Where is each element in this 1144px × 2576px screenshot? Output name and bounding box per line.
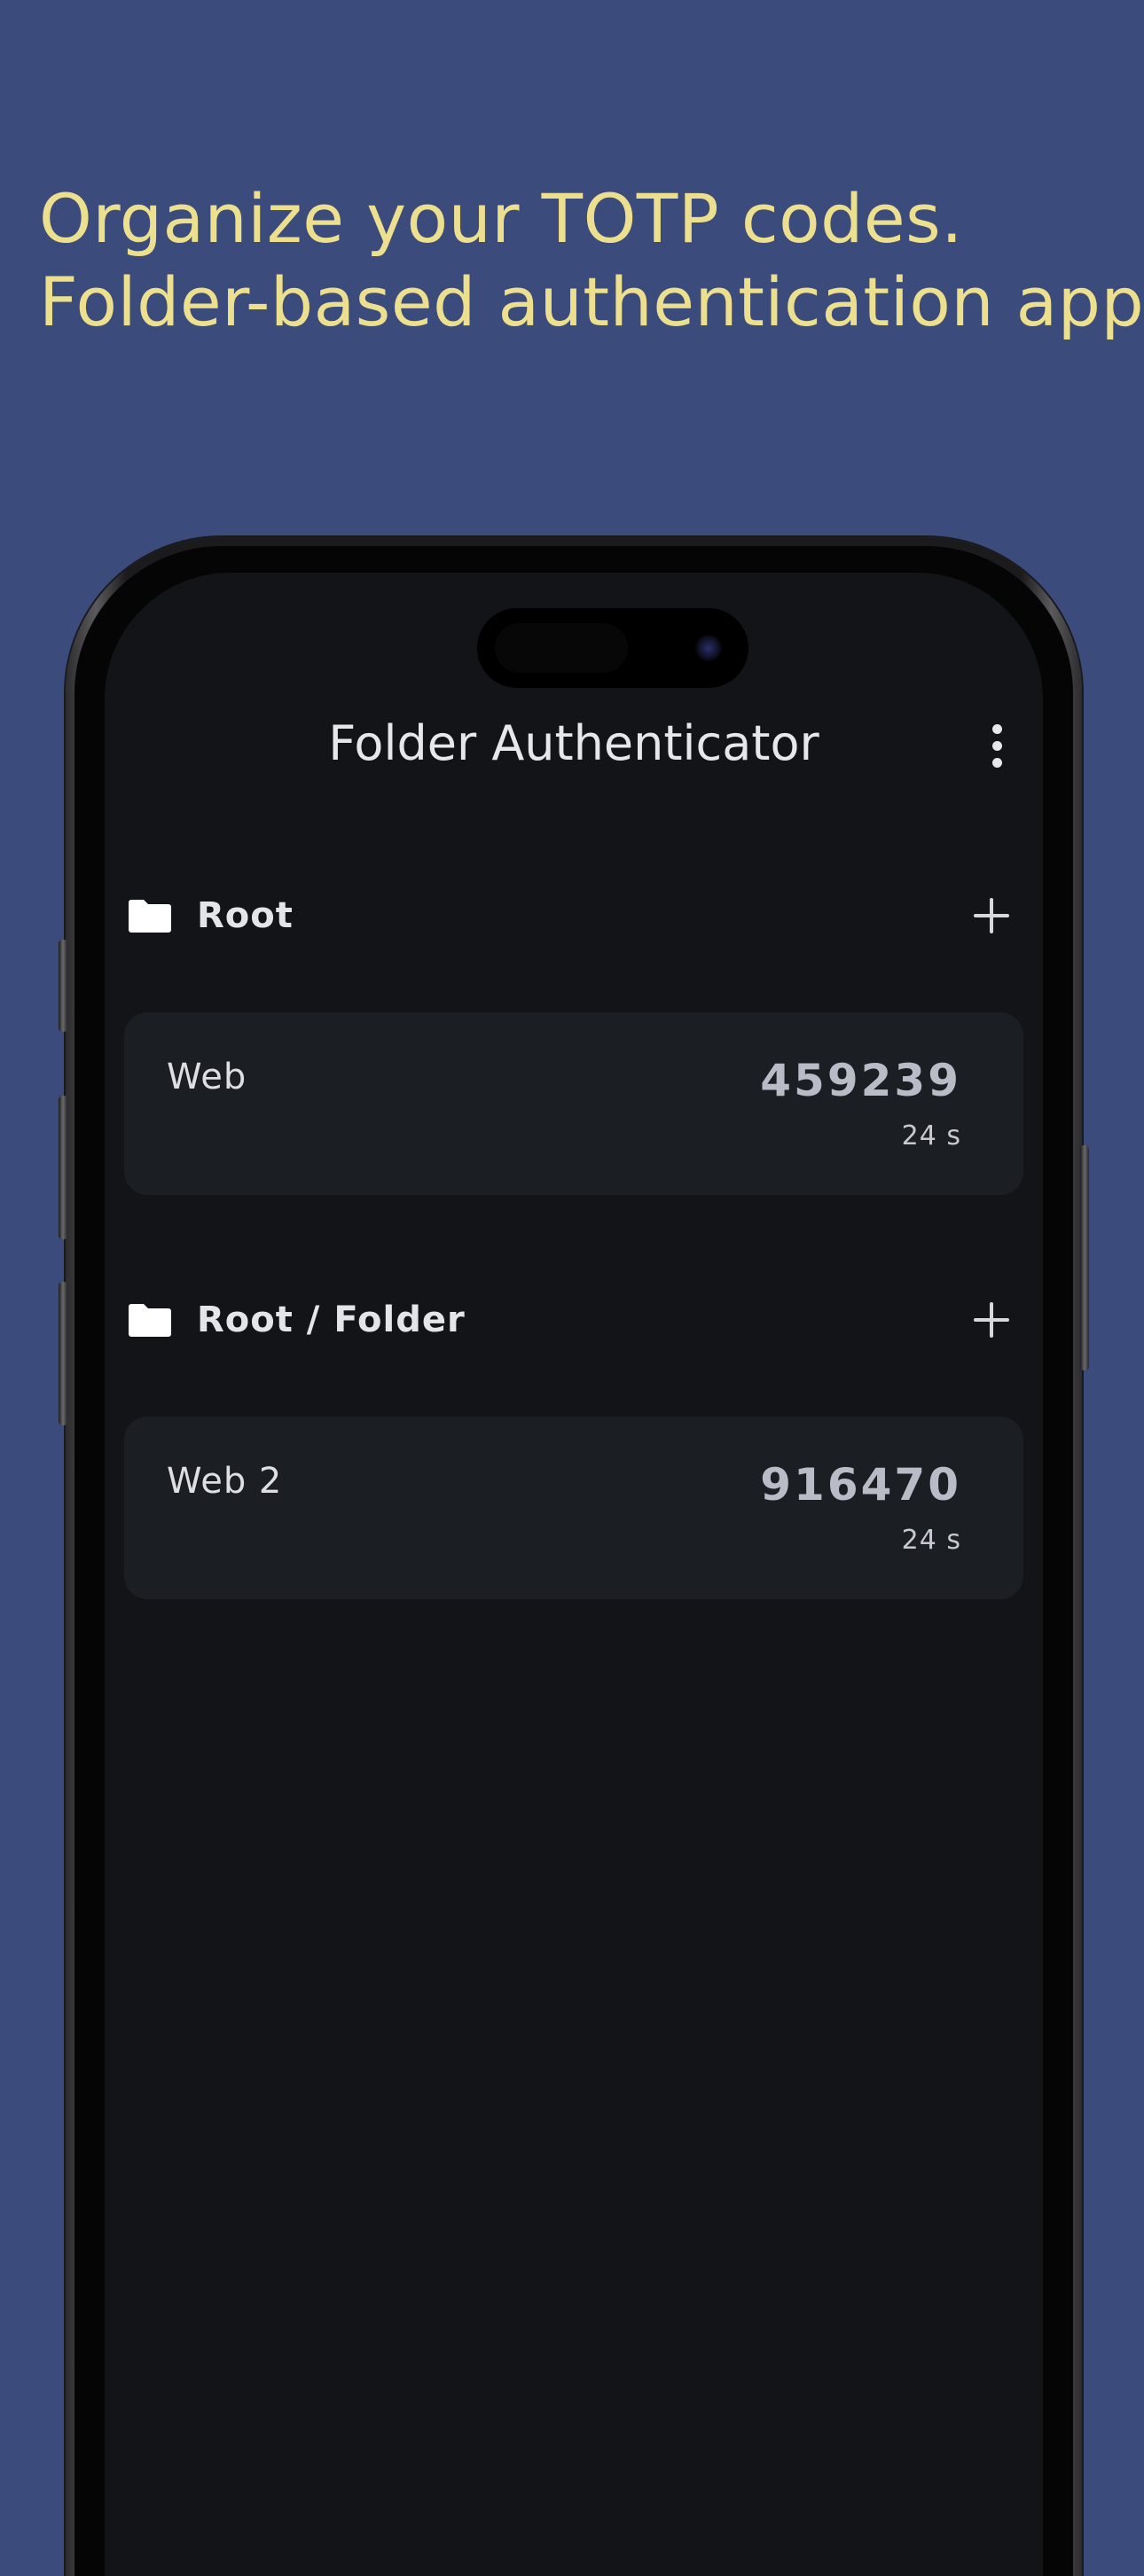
totp-code: 459239	[760, 1055, 961, 1106]
volume-up-button	[59, 1096, 67, 1239]
folder-header-root: Root	[128, 885, 1018, 947]
totp-entry-card[interactable]: Web 2 916470 24 s	[124, 1417, 1023, 1599]
volume-down-button	[59, 1282, 67, 1425]
app-title: Folder Authenticator	[328, 715, 819, 771]
totp-entry-card[interactable]: Web 459239 24 s	[124, 1012, 1023, 1195]
headline-line-1: Organize your TOTP codes.	[39, 179, 963, 258]
time-remaining: 24 s	[901, 1120, 961, 1151]
folder-name: Root / Folder	[197, 1300, 466, 1340]
app-screen: Folder Authenticator Root Web 459239 24 …	[105, 573, 1043, 2576]
sensor-icon	[495, 623, 628, 673]
plus-icon[interactable]	[965, 889, 1018, 942]
phone-frame: Folder Authenticator Root Web 459239 24 …	[59, 537, 1089, 2576]
folder-icon	[128, 1302, 172, 1338]
folder-name: Root	[197, 895, 294, 936]
phone-bezel: Folder Authenticator Root Web 459239 24 …	[74, 546, 1073, 2576]
dynamic-island	[477, 608, 748, 688]
plus-icon[interactable]	[965, 1293, 1018, 1347]
action-button	[59, 940, 67, 1032]
folder-header-root-folder: Root / Folder	[128, 1289, 1018, 1351]
account-name: Web 2	[167, 1461, 283, 1502]
more-vert-icon[interactable]	[979, 714, 1015, 777]
power-button	[1080, 1145, 1089, 1370]
totp-code: 916470	[760, 1459, 961, 1510]
camera-icon	[695, 635, 722, 661]
promo-headline: Organize your TOTP codes. Folder-based a…	[39, 177, 1144, 344]
time-remaining: 24 s	[901, 1525, 961, 1556]
folder-icon	[128, 898, 172, 933]
account-name: Web	[167, 1057, 247, 1097]
headline-line-2: Folder-based authentication app	[39, 262, 1144, 341]
